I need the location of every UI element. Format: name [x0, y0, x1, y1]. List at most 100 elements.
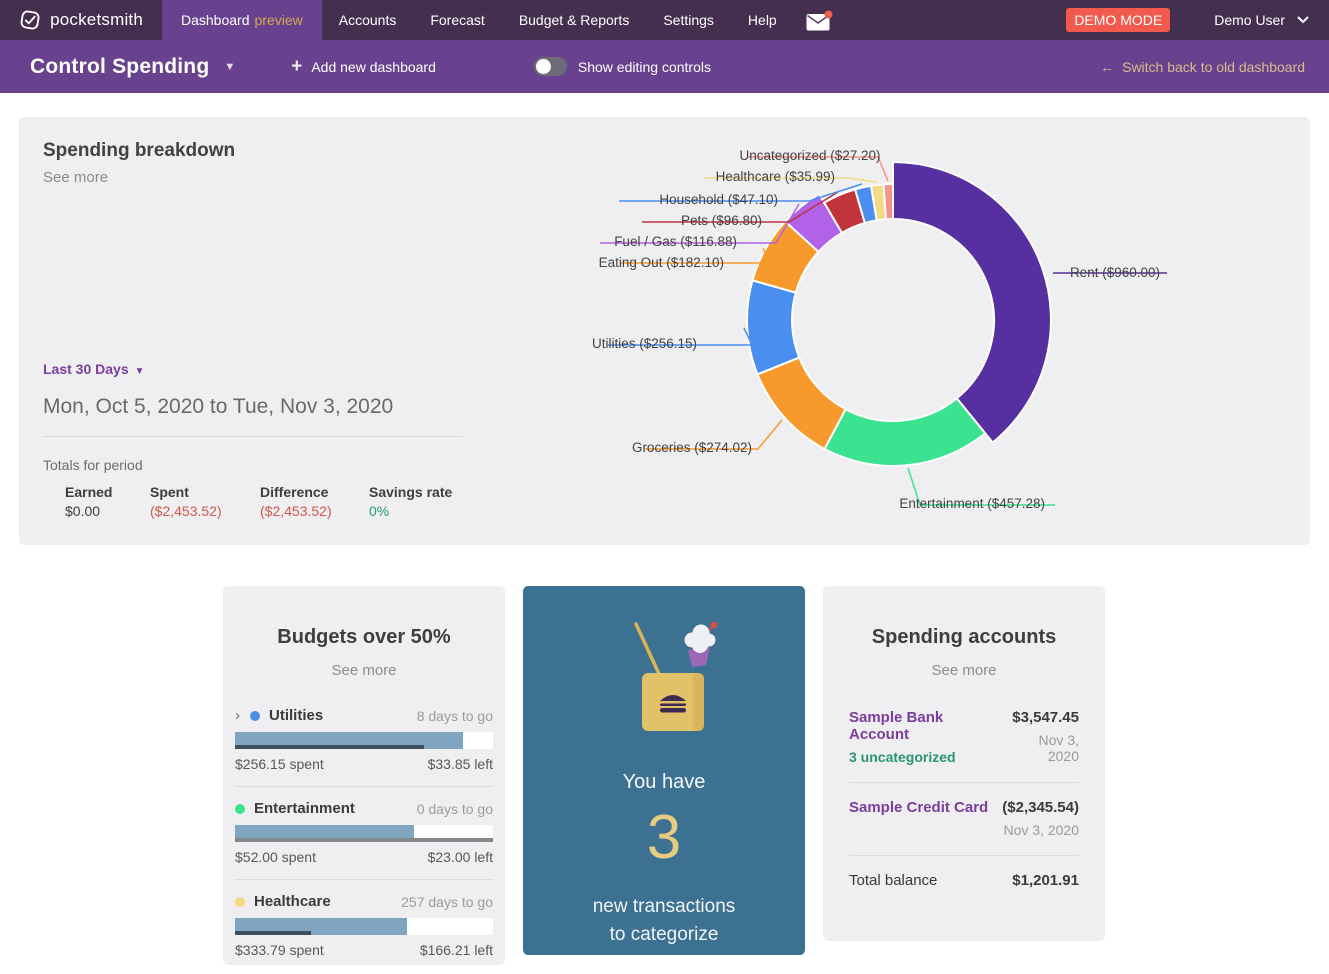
accounts-title: Spending accounts	[849, 626, 1079, 649]
category-dot	[235, 897, 245, 907]
brand-name: pocketsmith	[50, 10, 143, 30]
budget-name[interactable]: Utilities	[269, 707, 323, 724]
account-name-link[interactable]: Sample Bank Account	[849, 709, 1005, 743]
spending-donut-chart[interactable]: Rent ($960.00) Entertainment ($457.28) Gro…	[19, 117, 1310, 545]
spending-breakdown-card: Spending breakdown See more Last 30 Days…	[19, 117, 1310, 545]
budget-name[interactable]: Healthcare	[254, 893, 331, 910]
category-dot	[235, 804, 245, 814]
dashboard-toolbar: Control Spending ▼ + Add new dashboard S…	[0, 40, 1329, 93]
total-balance-value: $1,201.91	[1012, 872, 1079, 889]
inbox-line2: new transactions	[523, 893, 805, 921]
tab-help[interactable]: Help	[731, 0, 794, 40]
budget-left: $166.21 left	[420, 942, 493, 958]
budget-spent: $333.79 spent	[235, 942, 324, 958]
budgets-title: Budgets over 50%	[235, 626, 493, 649]
donut-label: Entertainment ($457.28)	[899, 496, 1045, 511]
tab-dashboard[interactable]: Dashboard preview	[162, 0, 322, 40]
donut-label: Eating Out ($182.10)	[599, 255, 724, 270]
add-new-dashboard-button[interactable]: + Add new dashboard	[291, 56, 436, 78]
plus-icon: +	[291, 56, 302, 78]
mail-icon	[806, 10, 833, 31]
budgets-card: Budgets over 50% See more › Utilities 8 …	[223, 586, 505, 965]
budget-progress-bar	[235, 732, 493, 749]
account-date: Nov 3, 2020	[1002, 822, 1079, 838]
donut-label: Household ($47.10)	[659, 192, 778, 207]
days-to-go: 257 days to go	[401, 894, 493, 910]
donut-label: Rent ($960.00)	[1070, 265, 1160, 280]
chevron-right-icon[interactable]: ›	[235, 707, 240, 724]
uncategorized-link[interactable]: 3 uncategorized	[849, 749, 1005, 765]
budget-spent: $52.00 spent	[235, 849, 316, 865]
chevron-down-icon	[1297, 16, 1309, 24]
budget-spent: $256.15 spent	[235, 756, 324, 772]
donut-slice-groceries[interactable]	[757, 358, 845, 449]
account-balance: ($2,345.54)	[1002, 799, 1079, 816]
tab-settings[interactable]: Settings	[646, 0, 731, 40]
demo-mode-badge: DEMO MODE	[1066, 8, 1170, 32]
dashboard-selector-caret-icon[interactable]: ▼	[224, 61, 235, 73]
budget-progress-bar	[235, 825, 493, 842]
total-balance-row: Total balance $1,201.91	[849, 872, 1079, 889]
days-to-go: 0 days to go	[417, 801, 493, 817]
budget-row-healthcare: Healthcare 257 days to go $333.79 spent …	[235, 893, 493, 958]
top-nav: pocketsmith Dashboard preview Accounts Fo…	[0, 0, 1329, 40]
toggle-knob	[536, 59, 551, 74]
spending-accounts-card: Spending accounts See more Sample Bank A…	[823, 586, 1105, 941]
donut-slice-uncategorized[interactable]	[884, 184, 893, 219]
user-menu[interactable]: Demo User	[1214, 12, 1309, 28]
tab-dashboard-label: Dashboard	[181, 12, 250, 28]
donut-slice-rent[interactable]	[893, 162, 1051, 443]
user-name: Demo User	[1214, 12, 1285, 28]
account-name-link[interactable]: Sample Credit Card	[849, 799, 988, 816]
donut-slice-utilities[interactable]	[747, 280, 799, 374]
donut-label: Uncategorized ($27.20)	[739, 148, 880, 163]
tab-dashboard-preview-badge: preview	[255, 12, 303, 28]
donut-label: Pets ($96.80)	[681, 213, 762, 228]
account-balance: $3,547.45	[1005, 709, 1079, 726]
donut-label: Utilities ($256.15)	[592, 336, 697, 351]
tab-budget-reports[interactable]: Budget & Reports	[502, 0, 647, 40]
accounts-see-more-link[interactable]: See more	[849, 662, 1079, 679]
budget-time-marker	[235, 931, 311, 935]
back-arrow-icon: ←	[1100, 59, 1114, 75]
show-editing-controls-toggle[interactable]	[534, 57, 567, 76]
budget-left: $33.85 left	[428, 756, 493, 772]
budget-name[interactable]: Entertainment	[254, 800, 355, 817]
new-transactions-count: 3	[523, 802, 805, 873]
notifications-mail-button[interactable]	[806, 10, 833, 31]
donut-label: Healthcare ($35.99)	[716, 169, 835, 184]
dashboard-title: Control Spending	[30, 55, 209, 79]
account-row-credit-card: Sample Credit Card ($2,345.54) Nov 3, 20…	[849, 799, 1079, 838]
donut-label: Fuel / Gas ($116.88)	[614, 234, 737, 249]
days-to-go: 8 days to go	[417, 708, 493, 724]
switch-old-dashboard-link[interactable]: ← Switch back to old dashboard	[1100, 59, 1305, 75]
tab-accounts[interactable]: Accounts	[322, 0, 414, 40]
budgets-see-more-link[interactable]: See more	[235, 662, 493, 679]
notification-dot	[824, 10, 832, 18]
budget-row-utilities: › Utilities 8 days to go $256.15 spent $…	[235, 707, 493, 772]
budget-time-marker	[235, 745, 424, 749]
divider	[849, 855, 1079, 856]
donut-label: Groceries ($274.02)	[632, 440, 752, 455]
category-dot	[250, 711, 260, 721]
pocketsmith-logo[interactable]: pocketsmith	[0, 7, 162, 33]
budget-left: $23.00 left	[428, 849, 493, 865]
inbox-caption: new transactions to categorize	[523, 893, 805, 948]
inbox-line1: You have	[523, 771, 805, 794]
pocketsmith-shield-icon	[19, 7, 41, 33]
total-balance-label: Total balance	[849, 872, 937, 889]
divider	[235, 786, 493, 787]
inbox-line3: to categorize	[523, 921, 805, 949]
tab-forecast[interactable]: Forecast	[413, 0, 501, 40]
budget-progress-bar	[235, 918, 493, 935]
takeout-dessert-illustration-icon	[589, 618, 739, 740]
add-new-dashboard-label: Add new dashboard	[311, 59, 436, 75]
divider	[235, 879, 493, 880]
budget-row-entertainment: Entertainment 0 days to go $52.00 spent …	[235, 800, 493, 865]
budget-time-marker	[235, 838, 493, 842]
new-transactions-card[interactable]: You have 3 new transactions to categoriz…	[523, 586, 805, 955]
show-editing-controls-label: Show editing controls	[578, 59, 711, 75]
account-row-bank: Sample Bank Account 3 uncategorized $3,5…	[849, 709, 1079, 765]
donut-slice-entertainment[interactable]	[825, 398, 986, 466]
switch-old-dashboard-label: Switch back to old dashboard	[1122, 59, 1305, 75]
